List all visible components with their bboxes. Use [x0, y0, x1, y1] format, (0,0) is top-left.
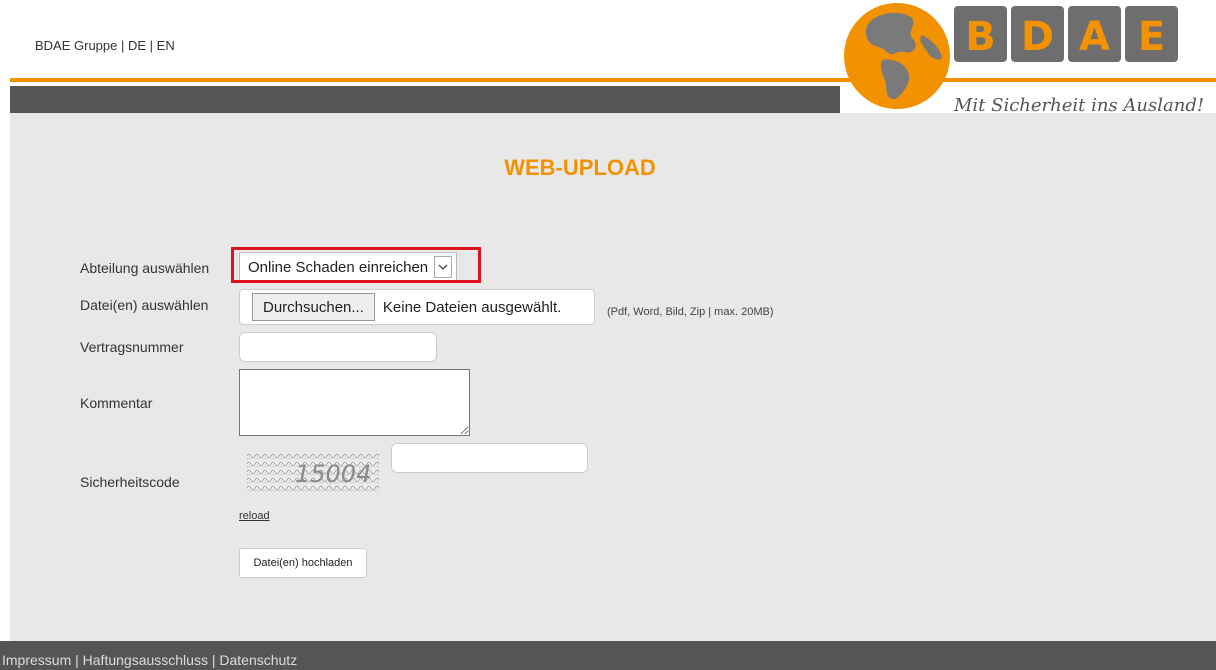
page-title: WEB-UPLOAD — [504, 155, 656, 180]
top-navigation: BDAE Gruppe | DE | EN — [35, 38, 175, 53]
logo-letter: D — [1021, 14, 1054, 60]
department-selected-value: Online Schaden einreichen — [248, 258, 429, 276]
footer-separator: | — [207, 652, 220, 668]
language-de-link[interactable]: DE — [128, 38, 146, 53]
footer-separator: | — [71, 652, 83, 668]
disclaimer-link[interactable]: Haftungsausschluss — [83, 652, 208, 668]
captcha-reload-link[interactable]: reload — [239, 510, 270, 522]
department-select[interactable]: Online Schaden einreichen — [239, 252, 458, 282]
privacy-link[interactable]: Datenschutz — [219, 652, 297, 668]
impressum-link[interactable]: Impressum — [2, 652, 71, 668]
brand-link[interactable]: BDAE Gruppe — [35, 38, 117, 53]
file-hint: (Pdf, Word, Bild, Zip | max. 20MB) — [607, 306, 774, 318]
file-label: Datei(en) auswählen — [80, 297, 209, 313]
browse-button[interactable]: Durchsuchen... — [252, 293, 375, 321]
file-status-text: Keine Dateien ausgewählt. — [382, 298, 562, 316]
logo-letter: A — [1079, 14, 1110, 60]
contract-number-input[interactable] — [239, 332, 437, 362]
bdae-logo[interactable]: B D A E Mit Sicherheit ins Ausland! — [842, 0, 1216, 118]
security-code-input[interactable] — [391, 443, 588, 473]
nav-separator: | — [146, 38, 157, 53]
nav-separator: | — [117, 38, 128, 53]
footer-bar: Impressum | Haftungsausschluss | Datensc… — [0, 641, 1216, 670]
department-label: Abteilung auswählen — [80, 260, 210, 276]
comment-label: Kommentar — [80, 395, 153, 411]
contract-label: Vertragsnummer — [80, 339, 184, 355]
logo-letter: B — [965, 14, 996, 60]
logo-letter: E — [1138, 14, 1165, 60]
footer-links: Impressum | Haftungsausschluss | Datensc… — [2, 652, 297, 668]
language-en-link[interactable]: EN — [157, 38, 175, 53]
file-input[interactable]: Durchsuchen... Keine Dateien ausgewählt. — [239, 289, 595, 325]
security-code-label: Sicherheitscode — [80, 474, 180, 490]
chevron-down-icon[interactable] — [434, 256, 453, 278]
comment-textarea[interactable] — [239, 369, 470, 436]
upload-content-area: WEB-UPLOAD Abteilung auswählen Online Sc… — [10, 113, 1216, 641]
header-dark-bar — [10, 86, 840, 113]
captcha-text: 15004 — [295, 460, 371, 488]
captcha-image: 15004 — [247, 452, 379, 494]
upload-files-button[interactable]: Datei(en) hochladen — [239, 548, 367, 578]
